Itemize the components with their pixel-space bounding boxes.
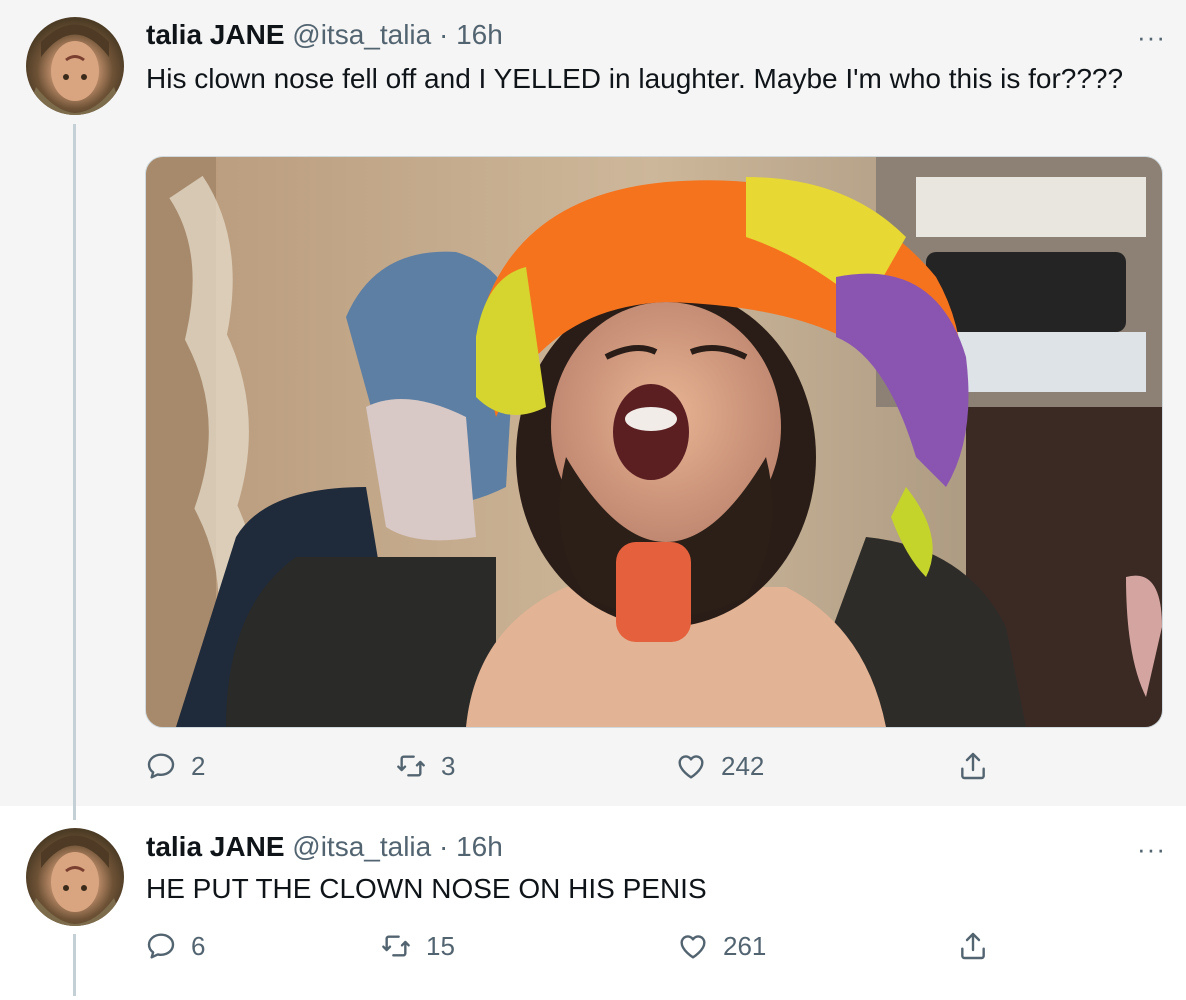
tweet-photo[interactable] [145, 156, 1163, 728]
avatar[interactable] [26, 828, 124, 926]
separator-dot: · [439, 19, 449, 50]
like-count: 242 [721, 750, 765, 781]
retweet-count: 3 [441, 750, 456, 781]
share-button[interactable] [957, 926, 989, 966]
share-icon [961, 932, 985, 960]
tweet-text: HE PUT THE CLOWN NOSE ON HIS PENIS [146, 873, 707, 904]
share-icon [961, 752, 985, 780]
avatar-image [26, 835, 124, 926]
retweet-button[interactable]: 3 [395, 746, 455, 786]
thread-line [73, 124, 76, 806]
tweet-1[interactable]: talia JANE @itsa_talia · 16h ··· His clo… [0, 0, 1186, 806]
tweet-header: talia JANE @itsa_talia · 16h [146, 18, 503, 52]
reply-count: 2 [191, 750, 206, 781]
more-icon[interactable]: ··· [1126, 24, 1166, 50]
tweet-text: His clown nose fell off and I YELLED in … [146, 63, 1124, 94]
avatar[interactable] [26, 17, 124, 115]
thread-line-top [73, 806, 76, 820]
retweet-count: 15 [426, 930, 455, 961]
display-name[interactable]: talia JANE [146, 831, 285, 862]
more-icon[interactable]: ··· [1126, 836, 1166, 862]
tweet-header: talia JANE @itsa_talia · 16h [146, 830, 503, 864]
reply-count: 6 [191, 930, 206, 961]
retweet-icon [382, 935, 410, 957]
separator-dot: · [439, 831, 449, 862]
thread-line-bottom [73, 934, 76, 996]
reply-icon [147, 933, 175, 959]
reply-button[interactable]: 6 [145, 926, 205, 966]
reply-icon [147, 753, 175, 779]
user-handle[interactable]: @itsa_talia [292, 19, 431, 50]
share-button[interactable] [957, 746, 989, 786]
like-button[interactable]: 242 [675, 746, 764, 786]
user-handle[interactable]: @itsa_talia [292, 831, 431, 862]
like-icon [678, 755, 704, 779]
tweet-actions: 6 15 261 [145, 926, 1045, 966]
retweet-icon [397, 755, 425, 777]
like-button[interactable]: 261 [677, 926, 766, 966]
reply-button[interactable]: 2 [145, 746, 205, 786]
timestamp[interactable]: 16h [456, 19, 503, 50]
display-name[interactable]: talia JANE [146, 19, 285, 50]
like-count: 261 [723, 930, 767, 961]
tweet-2[interactable]: talia JANE @itsa_talia · 16h ··· HE PUT … [0, 806, 1186, 1000]
like-icon [680, 935, 706, 959]
retweet-button[interactable]: 15 [380, 926, 455, 966]
avatar-image [26, 24, 124, 115]
tweet-actions: 2 3 242 [145, 746, 1045, 786]
photo-image [146, 157, 1162, 727]
timestamp[interactable]: 16h [456, 831, 503, 862]
